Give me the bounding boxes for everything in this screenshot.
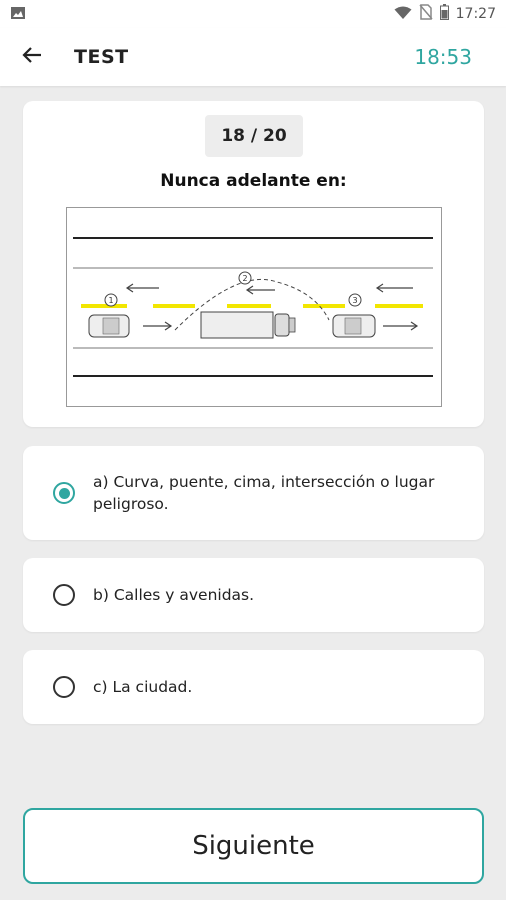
- status-bar: 17:27: [0, 0, 506, 28]
- app-bar: TEST 18:53: [0, 28, 506, 86]
- option-a-label: a) Curva, puente, cima, intersección o l…: [93, 473, 435, 513]
- back-button[interactable]: [4, 28, 60, 86]
- question-card: 18 / 20 Nunca adelante en: 1 2 3: [23, 101, 484, 427]
- radio-unselected-icon[interactable]: [53, 676, 75, 698]
- car-3-shape: [332, 314, 376, 338]
- question-text: Nunca adelante en:: [160, 171, 347, 191]
- radio-unselected-icon[interactable]: [53, 584, 75, 606]
- option-b[interactable]: b) Calles y avenidas.: [23, 558, 484, 632]
- image-icon: [10, 5, 26, 24]
- option-b-label: b) Calles y avenidas.: [93, 586, 255, 604]
- truck-shape: [200, 311, 296, 339]
- battery-icon: [439, 4, 449, 24]
- arrow-left-icon: [22, 47, 42, 67]
- option-c[interactable]: c) La ciudad.: [23, 650, 484, 724]
- status-time: 17:27: [455, 6, 496, 22]
- radio-selected-icon[interactable]: [53, 482, 75, 504]
- diagram-label-2: 2: [242, 274, 247, 283]
- question-counter: 18 / 20: [205, 115, 303, 157]
- no-sim-icon: [419, 4, 433, 24]
- diagram-label-1: 1: [108, 296, 113, 305]
- option-a[interactable]: a) Curva, puente, cima, intersección o l…: [23, 446, 484, 540]
- page-title: TEST: [74, 46, 129, 68]
- option-c-label: c) La ciudad.: [93, 678, 193, 696]
- wifi-icon: [394, 5, 412, 24]
- question-diagram: 1 2 3: [66, 207, 442, 407]
- timer: 18:53: [414, 45, 472, 69]
- diagram-label-3: 3: [352, 296, 357, 305]
- next-button[interactable]: Siguiente: [23, 808, 484, 884]
- car-1-shape: [88, 314, 130, 338]
